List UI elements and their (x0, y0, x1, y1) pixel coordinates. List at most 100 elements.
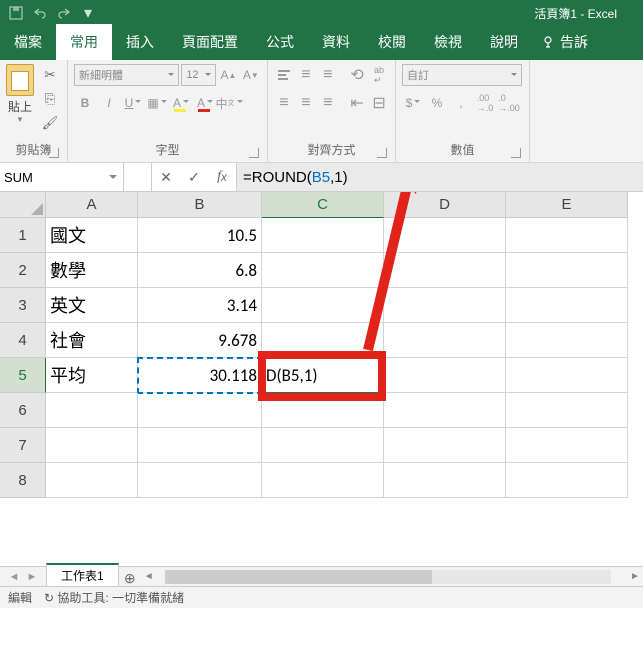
col-header-D[interactable]: D (384, 192, 506, 218)
save-icon[interactable] (8, 5, 24, 21)
col-header-B[interactable]: B (138, 192, 262, 218)
fill-color-button[interactable]: A (170, 92, 192, 114)
comma-button[interactable]: , (450, 92, 472, 114)
align-bottom-button[interactable]: ≡ (318, 64, 338, 86)
col-header-A[interactable]: A (46, 192, 138, 218)
wrap-text-button[interactable]: ab↵ (369, 64, 389, 86)
merge-button[interactable]: ⊟ (369, 92, 389, 114)
italic-button[interactable]: I (98, 92, 120, 114)
cell-C8[interactable] (262, 463, 384, 498)
col-header-C[interactable]: C (262, 192, 384, 218)
tell-me[interactable]: 告訴 (532, 24, 596, 60)
sheet-nav-prev[interactable]: ◄ (6, 571, 22, 583)
number-launcher[interactable] (511, 148, 521, 158)
spreadsheet-grid[interactable]: A B C D E 1 2 3 4 5 6 7 8 國文10.5 數學6.8 英… (0, 192, 643, 566)
cell-A3[interactable]: 英文 (46, 288, 138, 323)
cell-C7[interactable] (262, 428, 384, 463)
font-size-combo[interactable]: 12 (181, 64, 216, 86)
cell-B8[interactable] (138, 463, 262, 498)
cell-D7[interactable] (384, 428, 506, 463)
cell-A5[interactable]: 平均 (46, 358, 138, 393)
cell-B4[interactable]: 9.678 (138, 323, 262, 358)
tab-insert[interactable]: 插入 (112, 24, 168, 60)
tab-home[interactable]: 常用 (56, 24, 112, 60)
row-header-7[interactable]: 7 (0, 428, 46, 463)
row-header-2[interactable]: 2 (0, 253, 46, 288)
cell-B2[interactable]: 6.8 (138, 253, 262, 288)
decrease-indent-button[interactable]: ⇤ (347, 92, 367, 114)
row-header-3[interactable]: 3 (0, 288, 46, 323)
row-header-1[interactable]: 1 (0, 218, 46, 253)
col-header-E[interactable]: E (506, 192, 628, 218)
tab-layout[interactable]: 頁面配置 (168, 24, 252, 60)
increase-font-button[interactable]: A▲ (218, 64, 238, 86)
cell-E8[interactable] (506, 463, 628, 498)
format-painter-button[interactable]: 🖌 (38, 112, 62, 134)
cell-A2[interactable]: 數學 (46, 253, 138, 288)
align-top-button[interactable] (274, 64, 294, 86)
qat-more-icon[interactable]: ▾ (80, 5, 96, 21)
cell-C2[interactable] (262, 253, 384, 288)
cell-E7[interactable] (506, 428, 628, 463)
formula-input[interactable]: =ROUND(B5,1) (237, 163, 643, 191)
cell-D2[interactable] (384, 253, 506, 288)
row-header-5[interactable]: 5 (0, 358, 46, 393)
tab-view[interactable]: 檢視 (420, 24, 476, 60)
sheet-tab-1[interactable]: 工作表1 (46, 563, 119, 587)
tab-file[interactable]: 檔案 (0, 24, 56, 60)
tab-data[interactable]: 資料 (308, 24, 364, 60)
align-right-button[interactable]: ≡ (318, 92, 338, 114)
cell-E6[interactable] (506, 393, 628, 428)
undo-icon[interactable] (32, 5, 48, 21)
percent-button[interactable]: % (426, 92, 448, 114)
tab-formulas[interactable]: 公式 (252, 24, 308, 60)
cell-E3[interactable] (506, 288, 628, 323)
cell-D1[interactable] (384, 218, 506, 253)
tab-help[interactable]: 說明 (476, 24, 532, 60)
cell-D6[interactable] (384, 393, 506, 428)
cell-A4[interactable]: 社會 (46, 323, 138, 358)
align-center-button[interactable]: ≡ (296, 92, 316, 114)
number-format-combo[interactable]: 自訂 (402, 64, 522, 86)
cell-C6[interactable] (262, 393, 384, 428)
insert-function-button[interactable]: fx (208, 163, 236, 191)
horizontal-scrollbar[interactable] (165, 570, 611, 584)
cell-E2[interactable] (506, 253, 628, 288)
copy-button[interactable]: ⎘ (38, 88, 62, 110)
cell-A1[interactable]: 國文 (46, 218, 138, 253)
decrease-font-button[interactable]: A▼ (241, 64, 261, 86)
row-header-8[interactable]: 8 (0, 463, 46, 498)
enter-formula-button[interactable]: ✓ (180, 163, 208, 191)
name-box[interactable]: SUM (0, 163, 124, 191)
align-launcher[interactable] (377, 148, 387, 158)
clipboard-launcher[interactable] (49, 148, 59, 158)
align-middle-button[interactable]: ≡ (296, 64, 316, 86)
cell-A8[interactable] (46, 463, 138, 498)
cell-D4[interactable] (384, 323, 506, 358)
new-sheet-button[interactable]: ⊕ (119, 570, 141, 587)
cell-D5[interactable] (384, 358, 506, 393)
cancel-formula-button[interactable]: ✕ (152, 163, 180, 191)
scroll-left-button[interactable]: ◄ (141, 571, 157, 582)
cell-C1[interactable] (262, 218, 384, 253)
cell-C4[interactable] (262, 323, 384, 358)
row-header-6[interactable]: 6 (0, 393, 46, 428)
cell-C3[interactable] (262, 288, 384, 323)
cell-E5[interactable] (506, 358, 628, 393)
cell-A7[interactable] (46, 428, 138, 463)
cell-B3[interactable]: 3.14 (138, 288, 262, 323)
tab-review[interactable]: 校閱 (364, 24, 420, 60)
underline-button[interactable]: U (122, 92, 144, 114)
align-left-button[interactable]: ≡ (274, 92, 294, 114)
increase-decimal-button[interactable]: .00→.0 (474, 92, 496, 114)
scroll-right-button[interactable]: ► (627, 571, 643, 582)
border-button[interactable]: ▦ (146, 92, 168, 114)
cell-D8[interactable] (384, 463, 506, 498)
cell-B1[interactable]: 10.5 (138, 218, 262, 253)
accounting-button[interactable]: $ (402, 92, 424, 114)
decrease-decimal-button[interactable]: .0→.00 (498, 92, 520, 114)
row-header-4[interactable]: 4 (0, 323, 46, 358)
cell-B6[interactable] (138, 393, 262, 428)
font-launcher[interactable] (249, 148, 259, 158)
bold-button[interactable]: B (74, 92, 96, 114)
